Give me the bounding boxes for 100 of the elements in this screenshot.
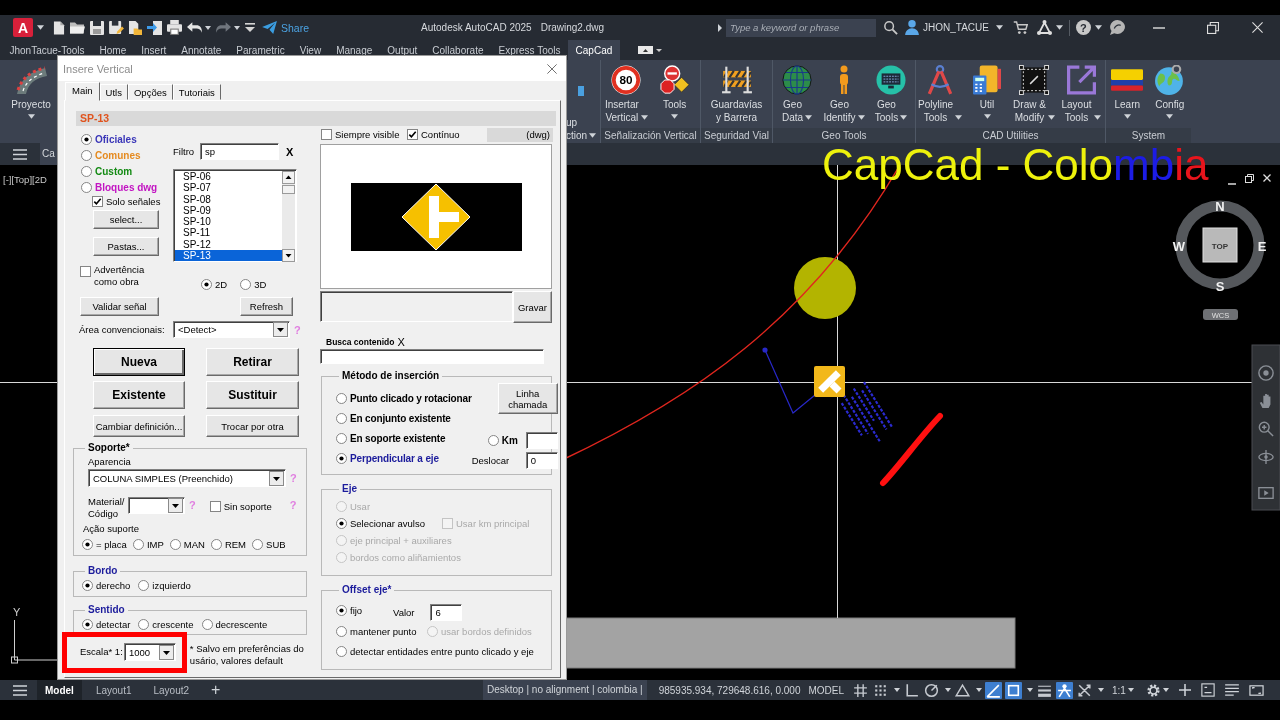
- action-button[interactable]: Retirar: [206, 348, 299, 376]
- gear-icon[interactable]: [1145, 682, 1161, 698]
- checkbox[interactable]: [321, 129, 332, 140]
- radio-button[interactable]: [138, 579, 150, 591]
- restore-icon[interactable]: [1245, 174, 1254, 183]
- caret-icon[interactable]: [1162, 688, 1169, 692]
- list-item[interactable]: SP-06: [175, 171, 282, 183]
- menu-icon[interactable]: [13, 684, 27, 696]
- layout-tab[interactable]: Layout2: [145, 680, 198, 700]
- viewport-controls-label[interactable]: [-][Top][2D: [3, 174, 47, 185]
- user-icon[interactable]: [905, 20, 920, 35]
- radio-button[interactable]: [138, 618, 150, 630]
- action-button[interactable]: Sustituir: [206, 381, 299, 409]
- clear-filter-button[interactable]: X: [286, 145, 294, 158]
- caret-icon[interactable]: [945, 688, 952, 692]
- ribbon-button[interactable]: Learn: [1106, 60, 1149, 128]
- radio-button[interactable]: [336, 452, 347, 464]
- layout-tab[interactable]: Model: [37, 680, 82, 700]
- caret-icon[interactable]: [1027, 688, 1034, 692]
- triangle-outline-icon[interactable]: [954, 681, 972, 699]
- window-icon[interactable]: [1200, 683, 1215, 697]
- radio-button[interactable]: [336, 412, 347, 424]
- minimize-icon[interactable]: [1153, 26, 1165, 29]
- caret-icon[interactable]: [894, 688, 901, 692]
- ribbon-button[interactable]: Util: [964, 60, 1010, 128]
- material-combo[interactable]: [128, 497, 185, 514]
- radio-button[interactable]: [81, 133, 92, 145]
- folders-button[interactable]: Pastas...: [93, 237, 159, 256]
- ribbon-button[interactable]: Geo Tools: [868, 60, 914, 128]
- add-layout-button[interactable]: +: [207, 680, 225, 700]
- fullscreen-icon[interactable]: [1248, 682, 1264, 698]
- model-space-button[interactable]: MODEL: [806, 684, 847, 696]
- speech-bubble-icon[interactable]: [1110, 20, 1125, 35]
- radio-button[interactable]: [336, 392, 347, 404]
- caret-icon[interactable]: [234, 25, 240, 30]
- tab[interactable]: Main: [65, 82, 100, 101]
- km-field[interactable]: [525, 431, 558, 449]
- leader-line-button[interactable]: Linha chamada: [497, 383, 558, 414]
- offset-value-field[interactable]: 6: [430, 604, 463, 621]
- radio-button[interactable]: [336, 432, 347, 444]
- caret-icon[interactable]: [1056, 25, 1063, 30]
- ribbon-button[interactable]: up ction: [566, 60, 600, 143]
- ribbon-button[interactable]: Geo Data: [774, 60, 820, 128]
- radio-button[interactable]: [210, 538, 222, 550]
- list-item[interactable]: SP-08: [175, 193, 282, 205]
- search-icon[interactable]: [884, 20, 899, 35]
- grid-icon[interactable]: [852, 681, 870, 699]
- annotation-scale-button[interactable]: 1:1: [1112, 684, 1126, 696]
- document-folder-icon[interactable]: [129, 20, 142, 35]
- restore-icon[interactable]: [1207, 21, 1219, 34]
- bar-caret-icon[interactable]: [245, 23, 255, 32]
- caret-icon[interactable]: [1098, 688, 1105, 692]
- ribbon-button[interactable]: Layout Tools: [1058, 60, 1104, 128]
- crossed-arrows-icon[interactable]: [1076, 681, 1094, 699]
- radio-button[interactable]: [487, 434, 499, 446]
- radio-button[interactable]: [336, 645, 347, 657]
- file-icon[interactable]: [53, 20, 65, 35]
- ribbon-tab[interactable]: Express Tools: [491, 40, 569, 60]
- help-button[interactable]: ?: [1076, 20, 1091, 35]
- network-triangle-icon[interactable]: [1037, 20, 1052, 35]
- caret-icon[interactable]: [976, 688, 983, 692]
- ribbon-tab[interactable]: Parametric: [228, 40, 293, 60]
- caret-icon[interactable]: [1127, 688, 1134, 692]
- panel-toggle-icon[interactable]: [637, 45, 662, 55]
- list-item[interactable]: SP-12: [175, 238, 282, 251]
- radio-button[interactable]: [82, 618, 93, 630]
- app-logo[interactable]: A: [13, 18, 33, 37]
- ribbon-tab[interactable]: Home: [92, 40, 134, 60]
- showmotion-icon[interactable]: [1258, 487, 1274, 499]
- list-item[interactable]: SP-13: [175, 250, 282, 262]
- list-item[interactable]: SP-10: [175, 216, 282, 228]
- sign-list[interactable]: SP-06 SP-07 SP-08 SP-09 SP-10 SP-11 SP-12 SP-13: [173, 169, 297, 262]
- checkbox[interactable]: [80, 266, 91, 277]
- radio-button[interactable]: [240, 278, 252, 290]
- caret-icon[interactable]: [1095, 25, 1102, 30]
- ribbon-button[interactable]: Polyline Tools: [917, 60, 963, 128]
- checkbox[interactable]: [209, 500, 221, 512]
- radio-button[interactable]: [201, 278, 212, 290]
- radio-button[interactable]: [336, 604, 347, 616]
- undo-icon[interactable]: [187, 22, 202, 33]
- radio-button[interactable]: [169, 538, 181, 550]
- layout-tab[interactable]: Layout1: [87, 680, 140, 700]
- list-item[interactable]: SP-11: [175, 227, 282, 239]
- action-button[interactable]: Existente: [93, 381, 185, 409]
- radio-button[interactable]: [81, 149, 92, 161]
- filter-field[interactable]: sp: [200, 143, 279, 160]
- ribbon-tab[interactable]: View: [292, 40, 329, 60]
- radio-button[interactable]: [81, 181, 92, 193]
- file-tab[interactable]: Ca: [40, 143, 58, 165]
- radio-button[interactable]: [336, 625, 347, 637]
- save-button[interactable]: Gravar: [513, 291, 552, 323]
- ribbon-tab[interactable]: Collaborate: [424, 40, 491, 60]
- radio-button[interactable]: [81, 165, 92, 177]
- content-search-field[interactable]: [320, 349, 544, 364]
- validate-button[interactable]: Validar señal: [80, 297, 159, 316]
- radio-button[interactable]: [252, 538, 264, 550]
- printer-icon[interactable]: [167, 20, 182, 35]
- scale-combo[interactable]: 1000: [123, 643, 176, 661]
- share-button[interactable]: Share: [262, 21, 310, 34]
- menu-icon[interactable]: [13, 148, 27, 160]
